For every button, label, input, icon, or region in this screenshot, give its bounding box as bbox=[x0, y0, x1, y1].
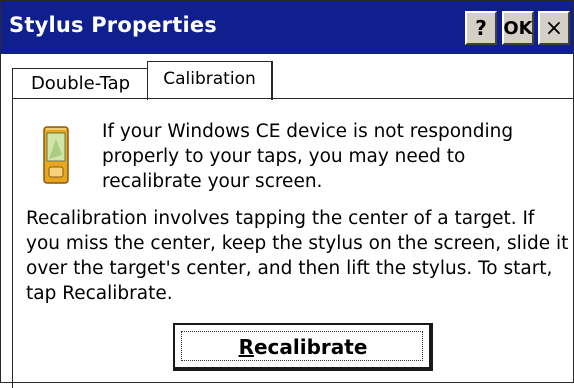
instructions-text: Recalibration involves tapping the cente… bbox=[26, 208, 569, 304]
stylus-properties-window: Stylus Properties ? OK × Double-Tap Cali… bbox=[0, 0, 574, 388]
recalibrate-button[interactable]: Recalibrate bbox=[173, 323, 433, 371]
tab-panel-border bbox=[147, 98, 573, 99]
intro-text: If your Windows CE device is not respond… bbox=[102, 121, 514, 192]
tab-double-tap[interactable]: Double-Tap bbox=[12, 68, 148, 99]
pda-device-icon bbox=[43, 126, 69, 184]
recalibrate-label-rest: ecalibrate bbox=[253, 335, 368, 359]
recalibrate-mnemonic: R bbox=[238, 335, 254, 359]
help-button[interactable]: ? bbox=[465, 11, 497, 45]
window-title: Stylus Properties bbox=[9, 13, 217, 37]
ok-button[interactable]: OK bbox=[502, 11, 534, 45]
recalibrate-label: Recalibrate bbox=[239, 335, 368, 359]
close-button[interactable]: × bbox=[538, 11, 570, 45]
title-bar: Stylus Properties ? OK × bbox=[1, 1, 573, 54]
tab-calibration[interactable]: Calibration bbox=[147, 61, 273, 100]
tab-panel-left-border bbox=[12, 98, 13, 388]
